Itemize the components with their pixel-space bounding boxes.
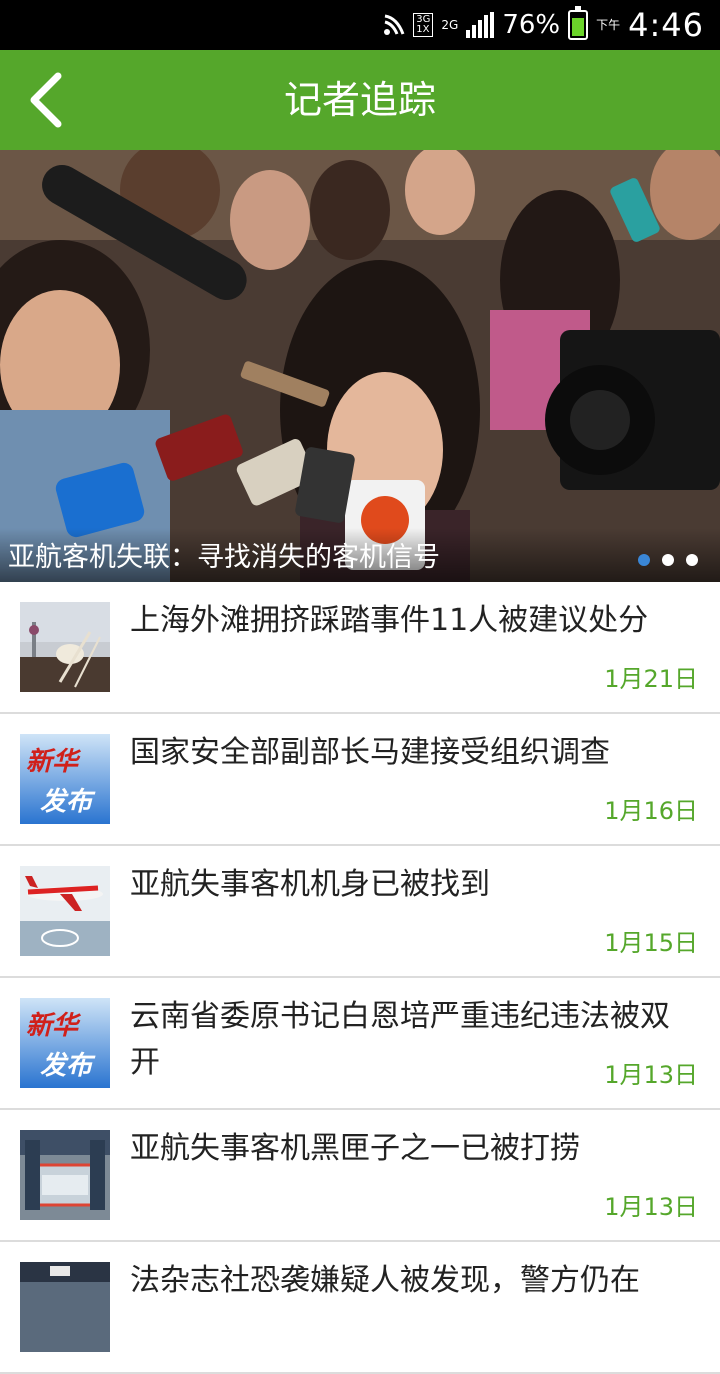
news-title: 国家安全部副部长马建接受组织调查	[130, 735, 610, 770]
news-list: 上海外滩拥挤踩踏事件11人被建议处分 1月21日 新华 发布 国家安全部副部长马…	[0, 582, 720, 1374]
news-thumbnail-blackbox	[20, 1130, 110, 1220]
network-bottom-label: 1X	[416, 24, 430, 35]
svg-text:发布: 发布	[40, 787, 96, 817]
wifi-icon	[384, 14, 405, 35]
news-item[interactable]: 亚航失事客机机身已被找到 1月15日	[0, 846, 720, 978]
network2-label: 2G	[441, 18, 459, 32]
battery-icon	[568, 6, 589, 40]
svg-text:新华: 新华	[26, 747, 82, 777]
news-date: 1月16日	[604, 797, 698, 825]
svg-text:新华: 新华	[26, 1011, 82, 1041]
news-item[interactable]: 法杂志社恐袭嫌疑人被发现，警方仍在	[0, 1242, 720, 1374]
news-title: 亚航失事客机黑匣子之一已被打捞	[130, 1131, 580, 1166]
title-bar: 记者追踪	[0, 50, 720, 150]
featured-banner[interactable]: 亚航客机失联：寻找消失的客机信号	[0, 150, 720, 582]
news-item[interactable]: 上海外滩拥挤踩踏事件11人被建议处分 1月21日	[0, 582, 720, 714]
banner-caption: 亚航客机失联：寻找消失的客机信号	[8, 542, 440, 573]
back-button[interactable]	[16, 70, 76, 130]
banner-caption-bar: 亚航客机失联：寻找消失的客机信号	[0, 528, 720, 582]
news-date: 1月15日	[604, 929, 698, 957]
time-period: 下午	[596, 18, 621, 32]
carousel-dot-1[interactable]	[638, 554, 650, 566]
carousel-dot-2[interactable]	[662, 554, 674, 566]
battery-percent: 76%	[502, 10, 561, 40]
signal-icon	[466, 12, 495, 38]
banner-photo	[0, 150, 720, 582]
back-chevron-icon	[30, 72, 62, 128]
clock: 4:46	[628, 6, 704, 44]
news-item[interactable]: 新华 发布 国家安全部副部长马建接受组织调查 1月16日	[0, 714, 720, 846]
news-thumbnail-police	[20, 1262, 110, 1352]
news-title: 亚航失事客机机身已被找到	[130, 867, 490, 902]
news-thumbnail-xinhua: 新华 发布	[20, 998, 110, 1088]
news-title: 法杂志社恐袭嫌疑人被发现，警方仍在	[130, 1263, 640, 1298]
status-icons: 3G 1X 2G 76% 下午 4:46	[383, 0, 704, 50]
carousel-dot-3[interactable]	[686, 554, 698, 566]
news-item[interactable]: 亚航失事客机黑匣子之一已被打捞 1月13日	[0, 1110, 720, 1242]
news-title: 上海外滩拥挤踩踏事件11人被建议处分	[130, 603, 649, 638]
svg-text:发布: 发布	[40, 1051, 96, 1081]
network-type-badge: 3G 1X	[413, 13, 434, 37]
carousel-indicator	[638, 554, 698, 566]
news-date: 1月21日	[604, 665, 698, 693]
news-thumbnail-shanghai	[20, 602, 110, 692]
status-bar: 3G 1X 2G 76% 下午 4:46	[0, 0, 720, 50]
news-date: 1月13日	[604, 1193, 698, 1221]
news-date: 1月13日	[604, 1061, 698, 1089]
news-thumbnail-xinhua: 新华 发布	[20, 734, 110, 824]
news-thumbnail-airplane	[20, 866, 110, 956]
news-item[interactable]: 新华 发布 云南省委原书记白恩培严重违纪违法被双开 1月13日	[0, 978, 720, 1110]
page-title: 记者追踪	[283, 78, 436, 122]
